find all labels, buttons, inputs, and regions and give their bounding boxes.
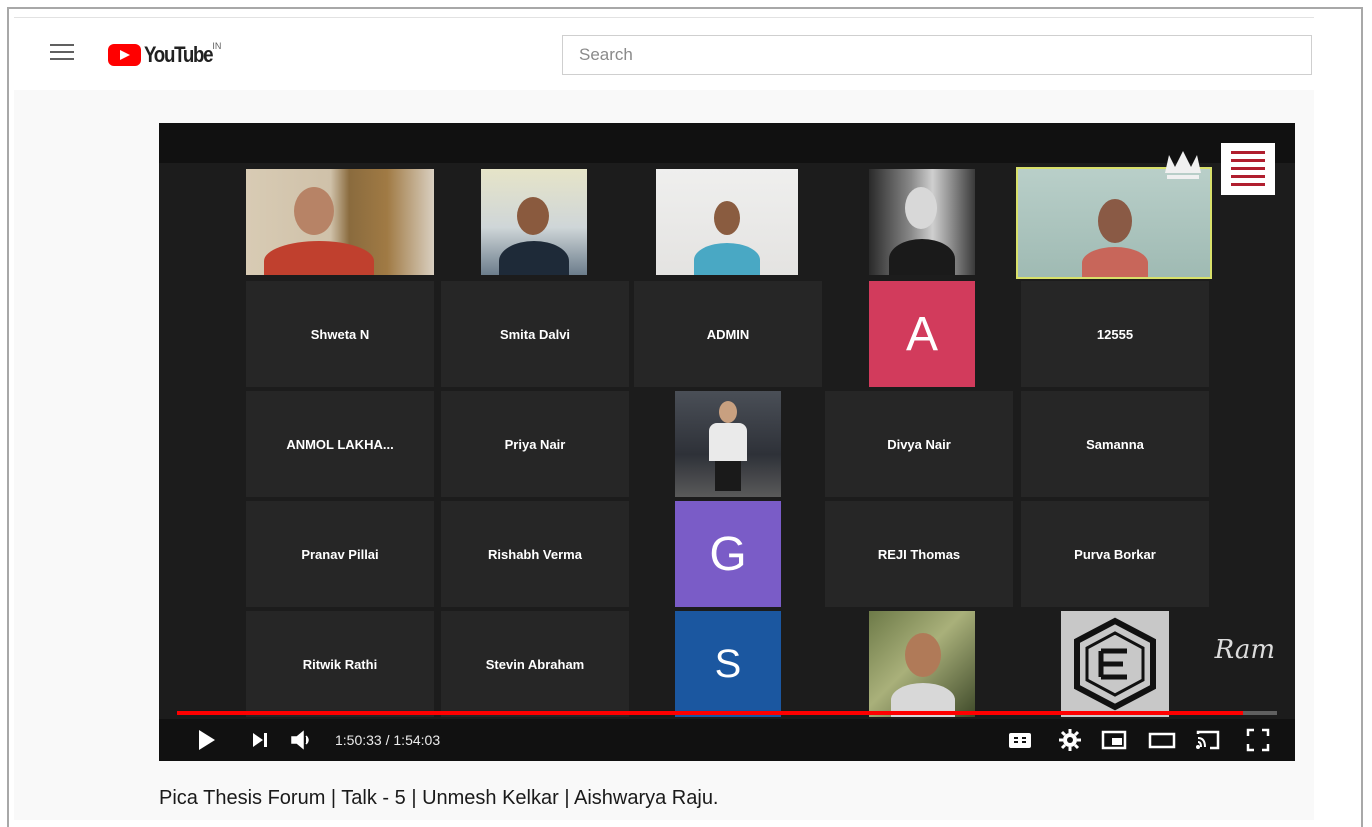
progress-bar-fill [177,711,1243,715]
hexagon-logo-icon [1074,617,1156,711]
participant-tile: Samanna [1021,391,1209,497]
participant-tile: Smita Dalvi [441,281,629,387]
video-player[interactable]: Shweta N Smita Dalvi ADMIN A 12555 ANMOL… [159,123,1295,761]
subtitles-icon[interactable] [1005,725,1035,755]
participant-tile: Rishabh Verma [441,501,629,607]
cast-icon[interactable] [1193,725,1223,755]
volume-icon[interactable] [287,725,317,755]
participant-tile: Divya Nair [825,391,1013,497]
participant-video [675,391,781,497]
fullscreen-icon[interactable] [1243,725,1273,755]
play-icon[interactable] [191,725,221,755]
progress-bar[interactable] [177,711,1277,715]
participant-avatar: S [675,611,781,717]
current-time: 1:50:33 [335,732,382,748]
youtube-play-logo-icon [108,44,141,66]
youtube-logo[interactable]: YouTube IN [108,41,222,68]
pica-thesis-forum-logo [1221,143,1275,195]
participant-tile: Pranav Pillai [246,501,434,607]
participant-tile: 12555 [1021,281,1209,387]
participant-avatar: G [675,501,781,607]
pica-emblem-logo [1159,143,1207,187]
hamburger-menu-icon[interactable] [50,44,74,62]
participant-tile: REJI Thomas [825,501,1013,607]
logo-text: YouTube [144,42,214,67]
participant-tile: Purva Borkar [1021,501,1209,607]
time-display: 1:50:33 / 1:54:03 [335,732,441,748]
video-title: Pica Thesis Forum | Talk - 5 | Unmesh Ke… [159,787,719,809]
search-box[interactable] [562,35,1312,75]
settings-gear-icon[interactable] [1055,725,1085,755]
participant-tile: Priya Nair [441,391,629,497]
video-frame[interactable]: Shweta N Smita Dalvi ADMIN A 12555 ANMOL… [159,163,1295,723]
next-icon[interactable] [245,725,275,755]
participant-tile: ANMOL LAKHA... [246,391,434,497]
participant-video [869,611,975,717]
search-input[interactable] [563,36,1311,74]
participant-logo-avatar [1061,611,1169,717]
player-controls: 1:50:33 / 1:54:03 [159,719,1295,761]
participant-tile: Ritwik Rathi [246,611,434,717]
theater-mode-icon[interactable] [1147,725,1177,755]
duration: 1:54:03 [393,732,441,748]
participant-avatar: A [869,281,975,387]
participant-tile: ADMIN [634,281,822,387]
region-code: IN [212,41,222,51]
signature-watermark: Ram [1214,635,1275,665]
masthead: YouTube IN [14,18,1314,90]
miniplayer-icon[interactable] [1099,725,1129,755]
participant-video [869,169,975,275]
participant-tile: Stevin Abraham [441,611,629,717]
participant-video [246,169,434,275]
participant-video [656,169,798,275]
participant-tile: Shweta N [246,281,434,387]
participant-video [481,169,587,275]
